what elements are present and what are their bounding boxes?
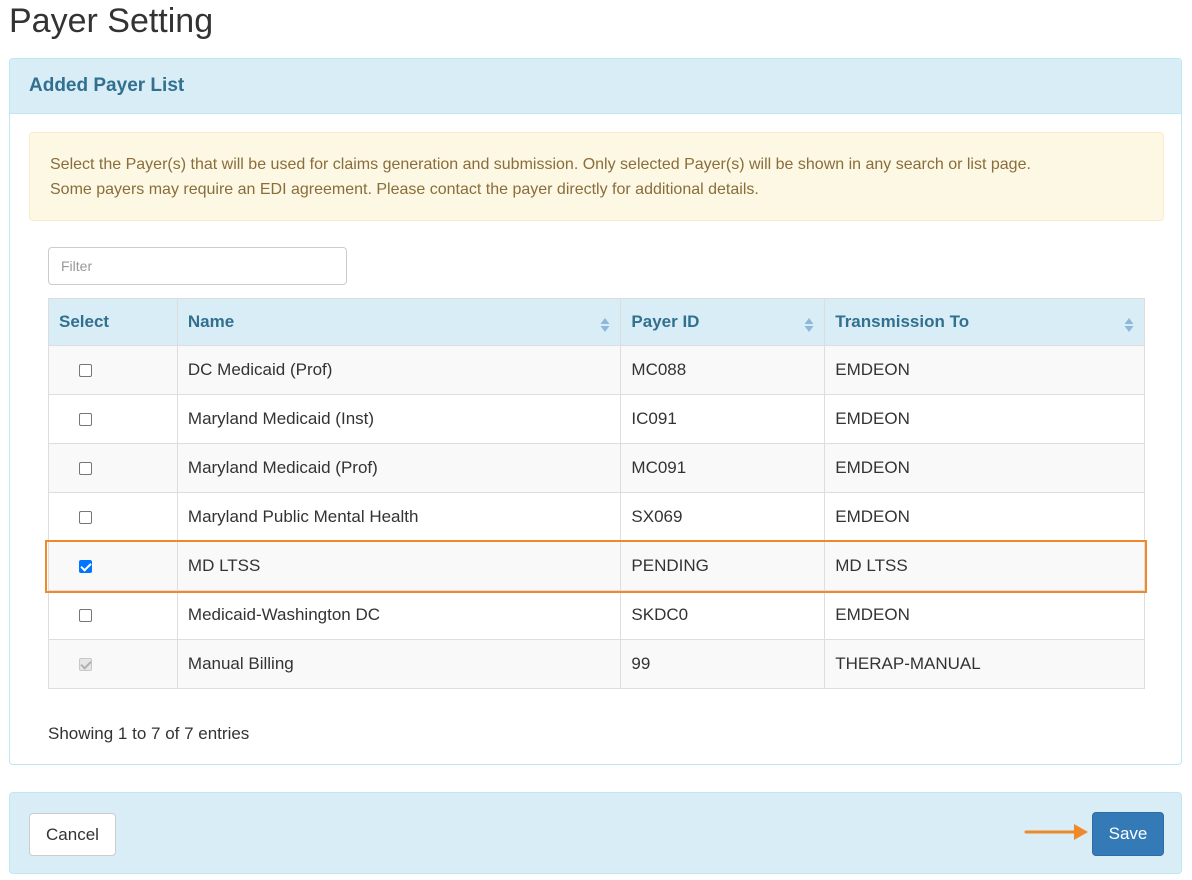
transmission-to-cell: EMDEON xyxy=(824,492,1145,542)
payer-name-cell: Maryland Public Mental Health xyxy=(176,492,622,542)
column-header-name[interactable]: Name xyxy=(176,298,622,346)
select-cell xyxy=(48,443,178,493)
transmission-to-cell: MD LTSS xyxy=(824,541,1145,591)
payer-id-cell: SX069 xyxy=(620,492,826,542)
sort-icon[interactable] xyxy=(1124,317,1134,333)
filter-input[interactable] xyxy=(48,247,347,285)
payer-id-cell: PENDING xyxy=(620,541,826,591)
select-cell xyxy=(48,541,178,591)
table-row: Maryland Medicaid (Inst) IC091 EMDEON xyxy=(48,394,1145,444)
column-header-payer-id[interactable]: Payer ID xyxy=(620,298,826,346)
select-cell xyxy=(48,639,178,689)
column-label-transmission-to: Transmission To xyxy=(835,312,970,331)
select-checkbox[interactable] xyxy=(79,462,92,476)
table-row: Maryland Public Mental Health SX069 EMDEON xyxy=(48,492,1145,542)
transmission-to-cell: EMDEON xyxy=(824,443,1145,493)
payer-id-cell: MC088 xyxy=(620,345,826,395)
payer-id-cell: MC091 xyxy=(620,443,826,493)
transmission-to-cell: EMDEON xyxy=(824,394,1145,444)
page-title: Payer Setting xyxy=(9,2,214,40)
column-header-transmission-to[interactable]: Transmission To xyxy=(824,298,1145,346)
notice-line-2: Some payers may require an EDI agreement… xyxy=(50,181,759,198)
cancel-button[interactable]: Cancel xyxy=(29,813,116,856)
column-header-select: Select xyxy=(48,298,178,346)
notice-line-1: Select the Payer(s) that will be used fo… xyxy=(50,156,1031,173)
select-checkbox[interactable] xyxy=(79,609,92,623)
arrow-right-icon xyxy=(1024,824,1088,840)
table-row: MD LTSS PENDING MD LTSS xyxy=(48,541,1145,591)
table-info: Showing 1 to 7 of 7 entries xyxy=(48,724,250,743)
table-row: Medicaid-Washington DC SKDC0 EMDEON xyxy=(48,590,1145,640)
sort-icon[interactable] xyxy=(804,317,814,333)
table-row: Maryland Medicaid (Prof) MC091 EMDEON xyxy=(48,443,1145,493)
table-row: Manual Billing 99 THERAP-MANUAL xyxy=(48,639,1145,689)
payer-id-cell: IC091 xyxy=(620,394,826,444)
transmission-to-cell: THERAP-MANUAL xyxy=(824,639,1145,689)
transmission-to-cell: EMDEON xyxy=(824,345,1145,395)
column-label-payer-id: Payer ID xyxy=(631,312,700,331)
select-checkbox[interactable] xyxy=(79,413,92,427)
column-label-name: Name xyxy=(187,312,235,331)
select-cell xyxy=(48,590,178,640)
save-button[interactable]: Save xyxy=(1092,812,1164,856)
footer-panel: Cancel Save xyxy=(9,792,1182,874)
table-header-row: Select Name Payer ID Transmission To xyxy=(48,298,1145,346)
panel-title: Added Payer List xyxy=(29,75,185,96)
select-cell xyxy=(48,394,178,444)
table-row: DC Medicaid (Prof) MC088 EMDEON xyxy=(48,345,1145,395)
payer-table: Select Name Payer ID Transmission To DC … xyxy=(48,298,1145,689)
payer-id-cell: SKDC0 xyxy=(620,590,826,640)
payer-name-cell: MD LTSS xyxy=(176,541,622,591)
select-checkbox[interactable] xyxy=(79,511,92,525)
payer-name-cell: DC Medicaid (Prof) xyxy=(176,345,622,395)
payer-name-cell: Manual Billing xyxy=(176,639,622,689)
select-checkbox xyxy=(79,658,92,672)
column-label-select: Select xyxy=(59,312,110,331)
payer-id-cell: 99 xyxy=(620,639,826,689)
select-cell xyxy=(48,345,178,395)
select-cell xyxy=(48,492,178,542)
select-checkbox[interactable] xyxy=(79,560,92,574)
sort-icon[interactable] xyxy=(600,317,610,333)
transmission-to-cell: EMDEON xyxy=(824,590,1145,640)
panel-heading: Added Payer List xyxy=(10,59,1181,114)
info-notice: Select the Payer(s) that will be used fo… xyxy=(29,132,1164,221)
payer-name-cell: Maryland Medicaid (Prof) xyxy=(176,443,622,493)
select-checkbox[interactable] xyxy=(79,364,92,378)
payer-name-cell: Maryland Medicaid (Inst) xyxy=(176,394,622,444)
added-payer-panel: Added Payer List Select the Payer(s) tha… xyxy=(9,58,1182,765)
payer-name-cell: Medicaid-Washington DC xyxy=(176,590,622,640)
